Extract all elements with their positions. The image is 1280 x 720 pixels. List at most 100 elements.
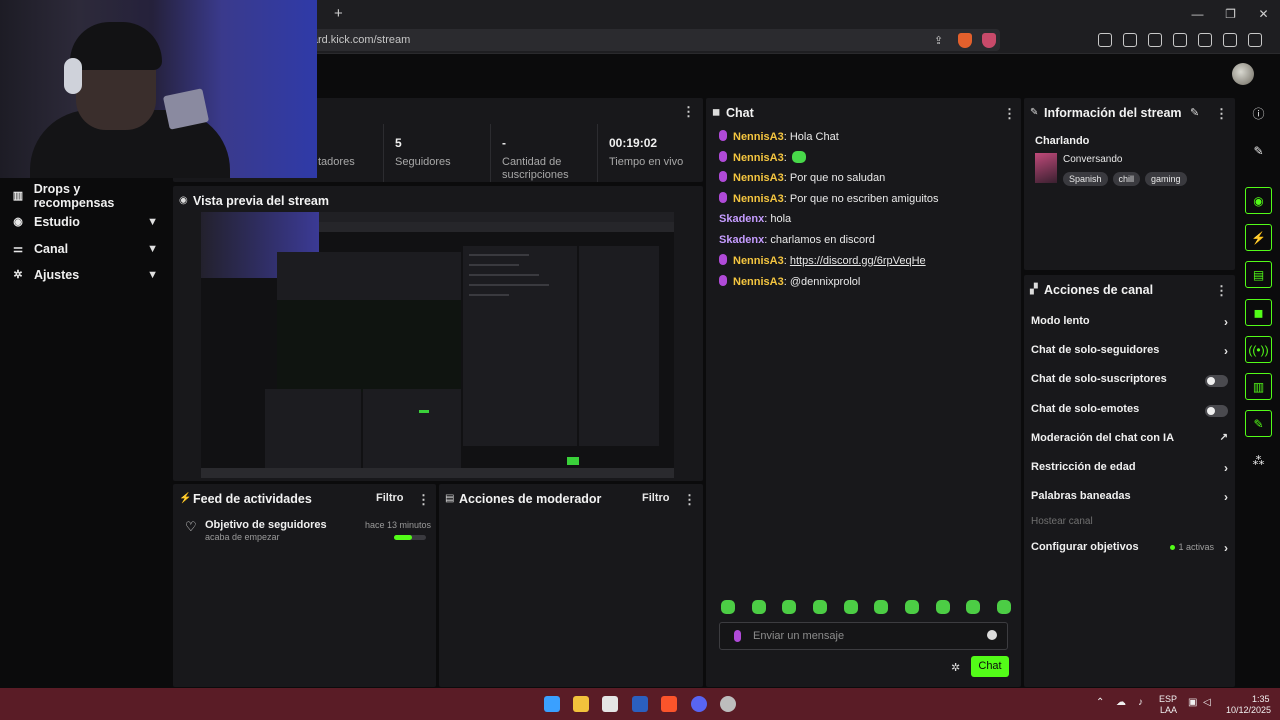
mod-menu-icon[interactable]: ⋮: [683, 492, 696, 508]
chat-panel: ◼ Chat ⋮: [706, 98, 1021, 687]
activity-filter-button[interactable]: Filtro: [376, 492, 404, 504]
preview-send-button: [567, 457, 579, 465]
stat-value-followers: 5: [395, 136, 402, 150]
volume-icon[interactable]: ◁: [1203, 697, 1211, 708]
action-banned-words[interactable]: Palabras baneadas ›: [1031, 490, 1228, 506]
chat-menu-icon[interactable]: ⋮: [1003, 106, 1016, 122]
layout-icon[interactable]: ⁂: [1245, 448, 1272, 475]
network-icon[interactable]: ▣: [1188, 697, 1197, 708]
action-emotes-only: Chat de solo-emotes: [1031, 403, 1228, 419]
stream-info-menu-icon[interactable]: ⋮: [1215, 106, 1228, 122]
clock-time[interactable]: 1:35: [1252, 694, 1270, 704]
close-button[interactable]: ✕: [1247, 0, 1280, 28]
emote-button[interactable]: [721, 600, 735, 614]
store-icon[interactable]: [602, 696, 618, 712]
chat-username[interactable]: NennisA3: [733, 172, 784, 184]
new-tab-button[interactable]: +: [334, 5, 343, 22]
action-configure-goals[interactable]: Configurar objetivos 1 activas ›: [1031, 541, 1228, 557]
sidebar-item-channel[interactable]: ⚌ Canal ▼: [12, 239, 162, 259]
emoji-icon[interactable]: [987, 630, 997, 640]
action-followers-only[interactable]: Chat de solo-seguidores ›: [1031, 344, 1228, 360]
info-icon[interactable]: ⓘ: [1245, 101, 1272, 128]
wallet-icon[interactable]: [1173, 33, 1187, 47]
keyboard-layout[interactable]: LAA: [1160, 705, 1177, 715]
channel-icon: ⚌: [13, 243, 23, 255]
document-widget-icon[interactable]: ▤: [1245, 261, 1272, 288]
stat-divider: [490, 124, 491, 182]
menu-icon[interactable]: [1248, 33, 1262, 47]
sidebar-item-studio[interactable]: ◉ Estudio ▼: [12, 212, 162, 232]
chat-input[interactable]: Enviar un mensaje: [719, 622, 1008, 650]
action-label: Chat de solo-emotes: [1031, 403, 1140, 415]
channel-actions-panel: ▞ Acciones de canal ⋮: [1024, 275, 1235, 687]
file-explorer-icon[interactable]: [573, 696, 589, 712]
emotes-only-toggle[interactable]: [1205, 405, 1228, 417]
edit-icon[interactable]: ✎: [1190, 106, 1199, 119]
action-ai-moderation[interactable]: Moderación del chat con IA ↗: [1031, 432, 1228, 448]
tray-chevron-icon[interactable]: ⌃: [1096, 697, 1104, 708]
bolt-widget-icon[interactable]: ⚡: [1245, 224, 1272, 251]
screenshot-icon[interactable]: [1098, 33, 1112, 47]
chat-username[interactable]: NennisA3: [733, 152, 784, 164]
restore-button[interactable]: ❐: [1214, 0, 1247, 28]
chat-username[interactable]: Skadenx: [719, 234, 764, 246]
action-slow-mode[interactable]: Modo lento ›: [1031, 315, 1228, 331]
music-icon[interactable]: [1123, 33, 1137, 47]
pencil-icon[interactable]: ✎: [1245, 138, 1272, 165]
vpn-icon[interactable]: [1223, 33, 1237, 47]
wrench-widget-icon[interactable]: ✎: [1245, 410, 1272, 437]
emote-button[interactable]: [874, 600, 889, 614]
chat-widget-icon[interactable]: ◼: [1245, 299, 1272, 326]
action-label: Hostear canal: [1031, 516, 1093, 527]
chat-username[interactable]: NennisA3: [733, 276, 784, 288]
brave-shield-icon[interactable]: [958, 33, 972, 48]
minimize-button[interactable]: —: [1181, 0, 1214, 28]
input-language[interactable]: ESP: [1159, 694, 1177, 704]
stats-menu-icon[interactable]: ⋮: [682, 104, 695, 120]
chat-username[interactable]: NennisA3: [733, 131, 784, 143]
chat-link[interactable]: https://discord.gg/6rpVeqHe: [790, 255, 926, 267]
mod-widget-icon[interactable]: ▥: [1245, 373, 1272, 400]
brave-rewards-icon[interactable]: [982, 33, 996, 48]
leo-ai-icon[interactable]: [1198, 33, 1212, 47]
emote-button[interactable]: [751, 600, 766, 614]
subs-only-toggle[interactable]: [1205, 375, 1228, 387]
tray-app-icon[interactable]: ☁: [1116, 697, 1126, 708]
emote-button[interactable]: [966, 600, 981, 614]
sidebar-item-settings[interactable]: ✲ Ajustes ▼: [12, 265, 162, 285]
send-chat-button[interactable]: Chat: [971, 656, 1009, 677]
chat-username[interactable]: NennisA3: [733, 255, 784, 267]
mod-filter-button[interactable]: Filtro: [642, 492, 670, 504]
action-age-restriction[interactable]: Restricción de edad ›: [1031, 461, 1228, 477]
brave-icon[interactable]: [661, 696, 677, 712]
activity-menu-icon[interactable]: ⋮: [417, 492, 430, 508]
channel-actions-menu-icon[interactable]: ⋮: [1215, 283, 1228, 299]
chat-settings-icon[interactable]: ✲: [951, 661, 960, 674]
clock-date[interactable]: 10/12/2025: [1226, 705, 1271, 715]
tag: chill: [1112, 172, 1141, 186]
chat-username[interactable]: Skadenx: [719, 213, 764, 225]
emote-button[interactable]: [812, 600, 827, 614]
chat-username[interactable]: NennisA3: [733, 193, 784, 205]
emote-button[interactable]: [782, 600, 797, 614]
emote-button[interactable]: [935, 600, 950, 614]
chat-message: Skadenx: charlamos en discord: [719, 234, 875, 248]
stream-preview-video[interactable]: [201, 212, 674, 478]
discord-icon[interactable]: [691, 696, 707, 712]
emote-button[interactable]: [996, 600, 1011, 614]
broadcast-widget-icon[interactable]: ((•)): [1245, 336, 1272, 363]
obs-icon[interactable]: [720, 696, 736, 712]
word-icon[interactable]: [632, 696, 648, 712]
sidebar-toggle-icon[interactable]: [1148, 33, 1162, 47]
action-label: Configurar objetivos: [1031, 541, 1139, 553]
emote-button[interactable]: [843, 600, 858, 614]
preview-actions: [579, 246, 659, 446]
microphone-icon[interactable]: ♪: [1138, 697, 1143, 708]
emote-button[interactable]: [904, 600, 919, 614]
sidebar-item-label: Canal: [34, 242, 69, 256]
share-icon[interactable]: ⇪: [934, 34, 943, 47]
avatar[interactable]: [1232, 63, 1254, 85]
windows-start-icon[interactable]: [544, 696, 560, 712]
sidebar-item-drops[interactable]: ▥ Drops y recompensas: [12, 182, 162, 210]
camera-widget-icon[interactable]: ◉: [1245, 187, 1272, 214]
